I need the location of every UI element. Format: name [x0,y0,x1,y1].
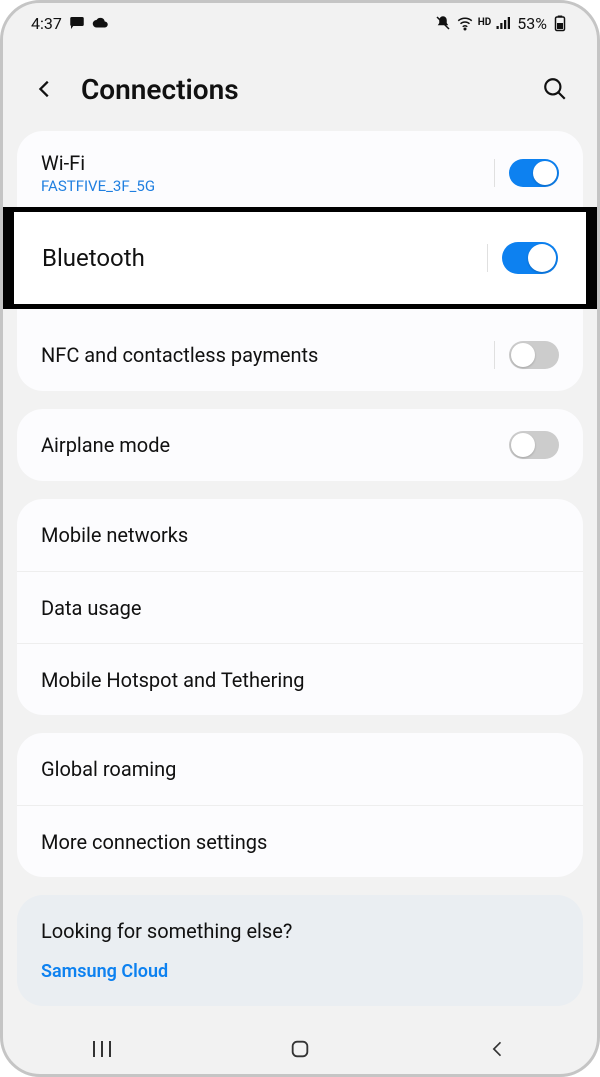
status-time: 4:37 [31,14,62,33]
search-icon [542,76,568,102]
bluetooth-toggle[interactable] [502,242,558,274]
mobile-networks-label: Mobile networks [41,523,188,547]
divider [487,244,488,272]
android-nav-bar [3,1021,597,1077]
airplane-label: Airplane mode [41,433,509,457]
chat-icon [68,14,86,32]
battery-icon [551,14,569,32]
battery-percent: 53% [517,14,547,33]
back-button[interactable] [27,71,63,107]
row-nfc[interactable]: NFC and contactless payments [17,319,583,391]
nav-recents-button[interactable] [72,1029,132,1069]
row-global-roaming[interactable]: Global roaming [17,733,583,805]
wifi-network-name: FASTFIVE_3F_5G [41,177,494,195]
status-bar: 4:37 HD 53% [3,3,597,43]
hd-voice-icon: HD [478,18,492,28]
card-more-group: Global roaming More connection settings [17,733,583,877]
highlight-bluetooth: Bluetooth [0,207,600,309]
row-wifi[interactable]: Wi-Fi FASTFIVE_3F_5G [17,131,583,215]
search-button[interactable] [537,71,573,107]
divider [494,341,495,369]
chevron-left-icon [34,78,56,100]
nfc-toggle[interactable] [509,341,559,369]
row-data-usage[interactable]: Data usage [17,571,583,643]
nav-back-button[interactable] [468,1029,528,1069]
cloud-icon [92,14,110,32]
wifi-icon [456,14,474,32]
bluetooth-label: Bluetooth [42,244,487,272]
link-samsung-cloud[interactable]: Samsung Cloud [41,961,559,982]
row-more-settings[interactable]: More connection settings [17,805,583,877]
row-bluetooth[interactable]: Bluetooth [14,212,586,304]
more-settings-label: More connection settings [41,830,267,854]
nfc-label: NFC and contactless payments [41,343,494,367]
roaming-label: Global roaming [41,757,176,781]
card-looking-for: Looking for something else? Samsung Clou… [17,895,583,1006]
divider [494,159,495,187]
row-hotspot[interactable]: Mobile Hotspot and Tethering [17,643,583,715]
airplane-toggle[interactable] [509,431,559,459]
wifi-toggle[interactable] [509,159,559,187]
card-airplane: Airplane mode [17,409,583,481]
page-header: Connections [3,43,597,131]
recents-icon [90,1039,114,1059]
hotspot-label: Mobile Hotspot and Tethering [41,668,305,692]
page-title: Connections [81,73,519,106]
row-airplane[interactable]: Airplane mode [17,409,583,481]
data-usage-label: Data usage [41,596,141,620]
looking-for-title: Looking for something else? [41,919,559,943]
chevron-left-icon [488,1039,508,1059]
row-mobile-networks[interactable]: Mobile networks [17,499,583,571]
card-network-group: Mobile networks Data usage Mobile Hotspo… [17,499,583,715]
home-icon [289,1038,311,1060]
signal-icon [495,14,513,32]
nav-home-button[interactable] [270,1029,330,1069]
mute-icon [434,14,452,32]
wifi-label: Wi-Fi [41,151,494,175]
